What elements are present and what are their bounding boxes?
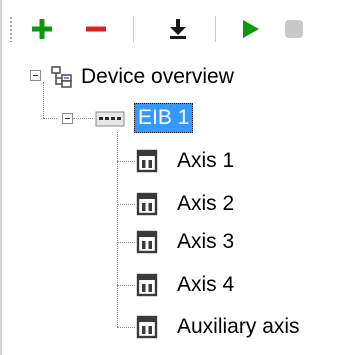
add-button[interactable] (28, 14, 56, 44)
tree-node-label: Axis 4 (177, 273, 235, 296)
toolbar (0, 0, 362, 58)
download-button[interactable] (164, 14, 192, 44)
tree-node-label: Device overview (81, 65, 234, 88)
tree-node-label: Axis 1 (177, 149, 235, 172)
toolbar-separator (215, 16, 216, 42)
stop-button[interactable] (280, 14, 308, 44)
device-icon (95, 111, 125, 127)
tree-connector (43, 82, 44, 118)
device-tree[interactable]: Device overview EIB 1 Axis 1 Axis 2 Axis… (0, 58, 362, 355)
connector-icon (136, 149, 158, 173)
tree-node-label: Axis 3 (177, 230, 235, 253)
tree-connector (117, 327, 135, 328)
tree-connector (117, 242, 135, 243)
tree-node-label: Axis 2 (177, 192, 235, 215)
tree-structure-icon (51, 66, 72, 88)
remove-button[interactable] (82, 14, 110, 44)
tree-node-label: EIB 1 (134, 103, 194, 133)
toolbar-grip[interactable] (10, 16, 12, 42)
plus-icon (32, 19, 52, 39)
tree-connector (117, 204, 135, 205)
connector-icon (136, 315, 158, 339)
download-arrow-icon (170, 19, 186, 39)
collapse-toggle[interactable] (30, 70, 41, 81)
tree-connector (43, 118, 57, 119)
tree-node-label: Auxiliary axis (177, 315, 300, 338)
connector-icon (136, 230, 158, 254)
connector-icon (136, 273, 158, 297)
toolbar-separator (133, 16, 134, 42)
tree-connector (117, 161, 135, 162)
minus-icon (86, 26, 106, 32)
connector-icon (136, 192, 158, 216)
collapse-toggle[interactable] (62, 113, 73, 124)
stop-icon (285, 20, 303, 38)
tree-connector (117, 285, 135, 286)
play-icon (243, 20, 259, 38)
tree-connector (73, 118, 93, 119)
start-button[interactable] (236, 14, 264, 44)
